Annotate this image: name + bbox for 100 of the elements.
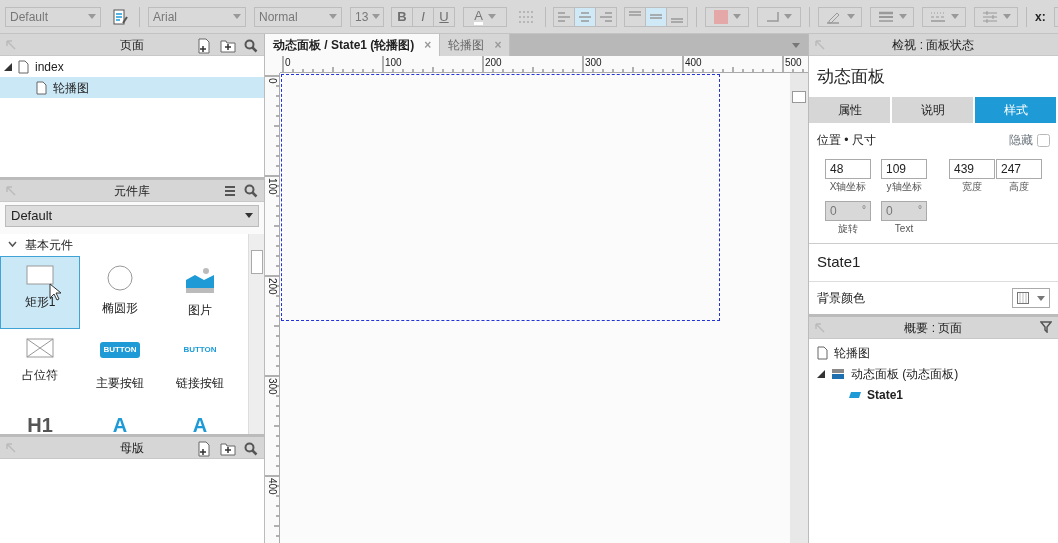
caret-icon: [1037, 295, 1045, 301]
scrollbar[interactable]: [790, 73, 808, 543]
number-field[interactable]: 48: [825, 159, 871, 179]
caret-icon: [783, 14, 792, 19]
pin-icon: [815, 323, 825, 333]
caret-icon: [846, 14, 855, 19]
search-icon[interactable]: [244, 39, 258, 53]
widget-item[interactable]: 椭圆形: [80, 255, 160, 329]
ruler-label: 300: [585, 58, 602, 68]
dropdown-button[interactable]: [870, 6, 914, 27]
text-sample: A: [192, 414, 208, 434]
caret-icon: [950, 14, 959, 19]
circle-icon: [107, 264, 133, 291]
pin-icon: [815, 40, 825, 50]
color-picker[interactable]: [1012, 288, 1050, 308]
line-weight-icon: [877, 10, 894, 23]
search-icon[interactable]: [244, 184, 258, 198]
dropdown-button[interactable]: [705, 6, 749, 27]
tree-item[interactable]: index: [0, 56, 264, 77]
dropdown-button[interactable]: [922, 6, 966, 27]
caret-icon[interactable]: [792, 42, 800, 48]
panel-title: 概要 : 页面: [904, 319, 963, 337]
widget-item[interactable]: 占位符: [0, 328, 80, 402]
list-icon: [518, 10, 534, 23]
caret-icon: [233, 14, 241, 19]
number-field[interactable]: 439: [949, 159, 995, 179]
expanded-icon[interactable]: [4, 62, 12, 71]
add-master-icon[interactable]: [196, 441, 212, 457]
caret-icon: [1002, 14, 1011, 19]
button-sample: BUTTON: [100, 341, 140, 358]
number-field[interactable]: 247: [996, 159, 1042, 179]
caret-icon: [88, 14, 96, 19]
add-page-icon[interactable]: [196, 38, 212, 54]
document-tab[interactable]: 动态面板 / State1 (轮播图) ×: [265, 34, 441, 56]
page-icon: [817, 345, 828, 360]
corner-icon: [766, 11, 779, 22]
inspector-tab[interactable]: 属性: [809, 97, 892, 123]
state-icon: [849, 390, 861, 399]
layers-icon: [831, 367, 845, 380]
category-header[interactable]: 基本元件: [0, 233, 248, 256]
panel-title: 检视 : 面板状态: [892, 36, 975, 54]
pin-icon: [6, 443, 16, 453]
search-icon[interactable]: [244, 442, 258, 456]
scrollbar[interactable]: [248, 233, 264, 434]
expanded-icon[interactable]: [817, 369, 825, 378]
panel-title: 元件库: [114, 182, 150, 200]
ruler-label: 0: [285, 58, 291, 68]
dropdown-button[interactable]: [757, 6, 801, 27]
hidden-checkbox[interactable]: [1037, 133, 1050, 147]
tree-item[interactable]: 动态面板 (动态面板): [809, 363, 1058, 384]
widget-item[interactable]: BUTTON 主要按钮: [80, 328, 160, 402]
field-label: x:: [1035, 8, 1046, 26]
library-dropdown[interactable]: Default: [5, 205, 259, 227]
add-folder-icon[interactable]: [220, 442, 236, 456]
text-sample: A: [112, 414, 128, 434]
tree-item[interactable]: 轮播图: [809, 342, 1058, 363]
document-tab[interactable]: 轮播图 ×: [440, 34, 511, 56]
number-field[interactable]: 109: [881, 159, 927, 179]
add-folder-icon[interactable]: [220, 39, 236, 53]
no-fill-icon: [1017, 292, 1029, 304]
rectangle-icon: [26, 264, 54, 285]
button-sample: BUTTON: [182, 343, 218, 356]
panel-title: 页面: [120, 36, 144, 54]
pin-icon: [6, 40, 16, 50]
page-icon: [36, 80, 47, 95]
dropdown-button[interactable]: [974, 6, 1018, 27]
ruler-label: 200: [485, 58, 502, 68]
field-label: 高度: [1009, 180, 1029, 194]
state-name: State1: [809, 244, 1058, 282]
field-label: X轴坐标: [829, 180, 867, 194]
placeholder-icon: [26, 337, 54, 358]
caret-icon: [898, 14, 907, 19]
ruler-label: 100: [385, 58, 402, 68]
arrow-style-icon: [981, 10, 998, 23]
field-label: 旋转: [838, 222, 858, 236]
inspector-tab[interactable]: 说明: [892, 97, 975, 123]
ruler-label: 200: [267, 278, 277, 295]
menu-icon[interactable]: [224, 185, 236, 197]
field-label: 背景颜色: [817, 290, 865, 307]
line-style-icon: [929, 10, 946, 23]
align-center-icon: [579, 11, 591, 22]
ruler-label: 400: [685, 58, 702, 68]
caret-icon: [732, 14, 741, 19]
widget-item[interactable]: 矩形1: [0, 255, 80, 329]
align-middle-icon: [650, 14, 662, 19]
field-label: y轴坐标: [886, 180, 922, 194]
widget-item[interactable]: BUTTON 链接按钮: [160, 328, 240, 402]
field-label: Text: [894, 222, 914, 236]
align-top-icon: [629, 10, 641, 16]
widget-item[interactable]: 图片: [160, 255, 240, 329]
ruler-label: 100: [267, 178, 277, 195]
filter-icon[interactable]: [1040, 321, 1052, 333]
widget-item[interactable]: H1: [0, 401, 80, 434]
notes-icon: [112, 8, 128, 25]
caret-icon: [372, 14, 381, 19]
tree-item[interactable]: State1: [809, 384, 1058, 405]
dropdown-button[interactable]: [818, 6, 862, 27]
caret-icon: [487, 14, 496, 19]
chevron-down-icon: [8, 241, 17, 248]
tree-item[interactable]: 轮播图: [0, 77, 264, 98]
